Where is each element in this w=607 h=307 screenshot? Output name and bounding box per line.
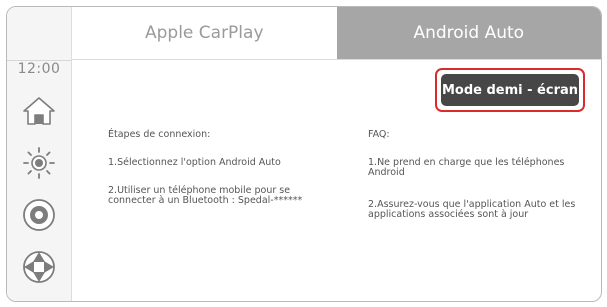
half-screen-mode-button[interactable]: Mode demi - écran bbox=[441, 74, 579, 106]
disc-icon[interactable] bbox=[19, 195, 59, 235]
tab-bar: Apple CarPlay Android Auto bbox=[72, 7, 601, 60]
faq-item: 1.Ne prend en charge que les téléphones … bbox=[368, 157, 565, 178]
tab-apple-carplay[interactable]: Apple CarPlay bbox=[72, 7, 337, 59]
sidebar-divider bbox=[7, 60, 71, 61]
faq-item: 2.Assurez-vous que l'application Auto et… bbox=[368, 199, 576, 220]
steps-heading: Étapes de connexion: bbox=[108, 129, 211, 140]
faq-heading: FAQ: bbox=[368, 129, 390, 140]
step-item: 1.Sélectionnez l'option Android Auto bbox=[108, 157, 281, 168]
clock: 12:00 bbox=[17, 61, 61, 77]
step-item: 2.Utiliser un téléphone mobile pour se c… bbox=[108, 185, 303, 206]
main-content: Mode demi - écran Étapes de connexion: 1… bbox=[72, 60, 601, 301]
aperture-icon[interactable] bbox=[19, 247, 59, 287]
tab-android-auto[interactable]: Android Auto bbox=[336, 7, 601, 59]
home-icon[interactable] bbox=[19, 91, 59, 131]
sidebar: 12:00 bbox=[7, 7, 72, 301]
app-window: 12:00 Apple CarPlay Android Auto Mode de… bbox=[6, 6, 602, 302]
mode-button-highlight: Mode demi - écran bbox=[435, 68, 585, 112]
brightness-icon[interactable] bbox=[19, 143, 59, 183]
